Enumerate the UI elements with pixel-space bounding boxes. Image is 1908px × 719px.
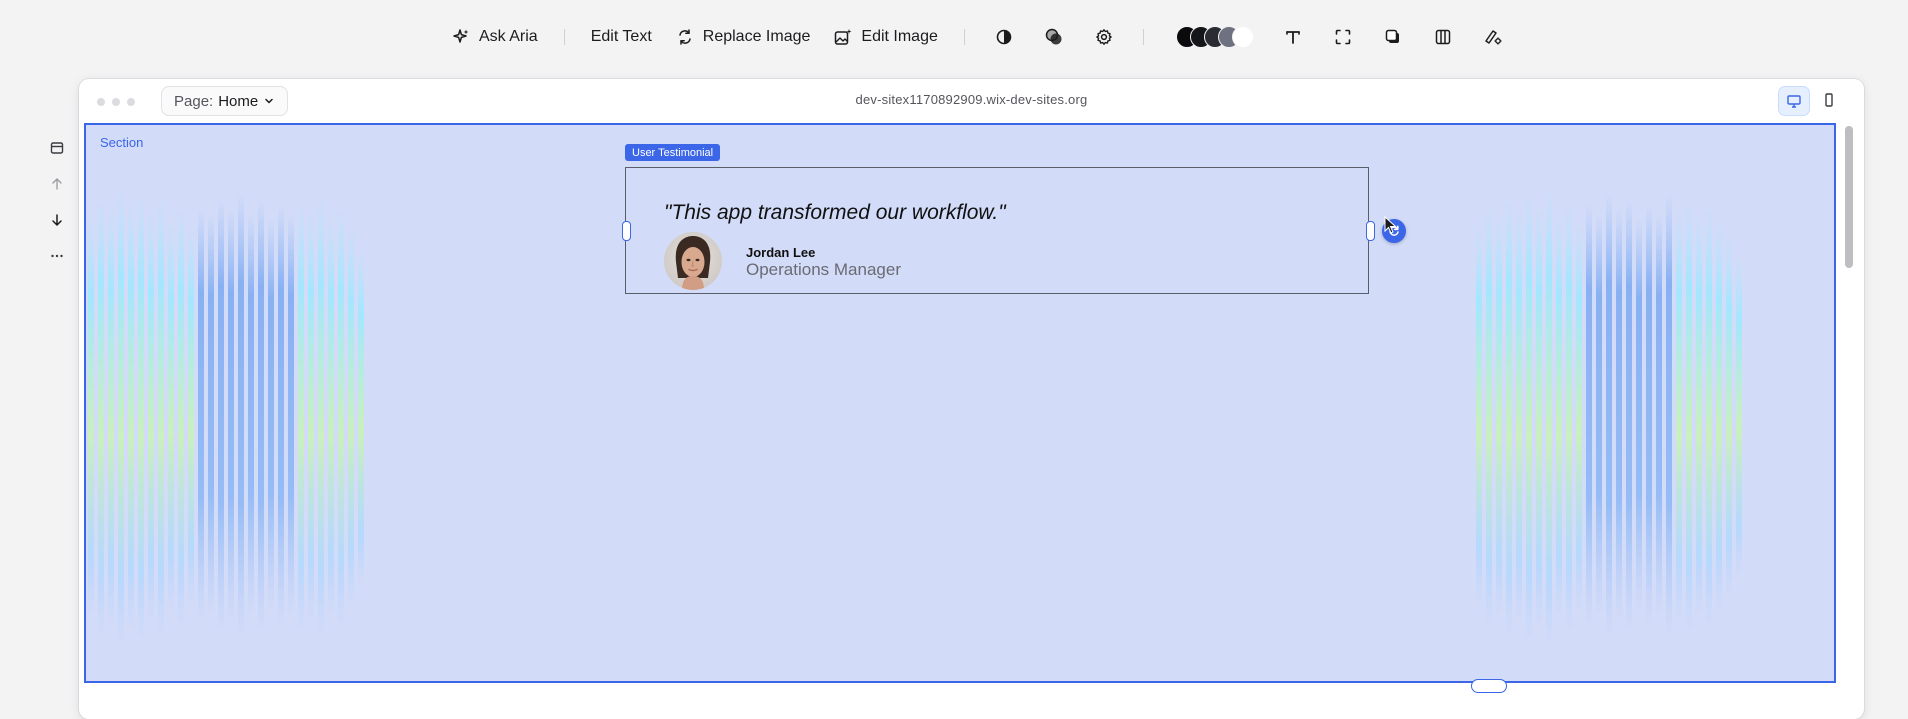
- edit-image-label: Edit Image: [861, 28, 938, 45]
- ask-aria-button[interactable]: Ask Aria: [440, 28, 550, 46]
- edit-text-button[interactable]: Edit Text: [579, 28, 664, 46]
- ellipsis-icon: [51, 254, 63, 258]
- section-layout-button[interactable]: [45, 136, 69, 160]
- arrow-down-icon: [52, 214, 62, 226]
- layout-button[interactable]: [1432, 26, 1454, 48]
- replace-image-button[interactable]: Replace Image: [664, 28, 823, 46]
- resize-handle-right[interactable]: [1366, 221, 1375, 241]
- mouse-pointer-icon: [1384, 216, 1397, 234]
- author-role[interactable]: Operations Manager: [746, 260, 901, 280]
- canvas-scrollbar[interactable]: [1844, 123, 1854, 683]
- bars-group-right: [1476, 185, 1742, 645]
- crop-button[interactable]: [1332, 26, 1354, 48]
- section-side-tools: [44, 136, 70, 280]
- desktop-view-button[interactable]: [1778, 86, 1810, 116]
- blend-button[interactable]: [1043, 26, 1065, 48]
- text-style-button[interactable]: [1282, 26, 1304, 48]
- testimonial-card[interactable]: "This app transformed our workflow." Jor…: [625, 167, 1369, 294]
- move-down-button[interactable]: [45, 208, 69, 232]
- shadow-button[interactable]: [1382, 26, 1404, 48]
- settings-button[interactable]: [1093, 26, 1115, 48]
- section-resize-handle[interactable]: [1471, 679, 1507, 693]
- floating-toolbar: Ask Aria Edit Text Replace Image Edit Im…: [440, 20, 1518, 54]
- testimonial-quote[interactable]: "This app transformed our workflow.": [664, 201, 1006, 225]
- design-settings-button[interactable]: [1482, 26, 1504, 48]
- text-icon: [1285, 31, 1300, 44]
- mobile-icon: [1825, 93, 1833, 107]
- toolbar-divider: [563, 29, 565, 45]
- blend-icon: [1045, 28, 1062, 45]
- section-icon: [50, 142, 64, 154]
- component-tag[interactable]: User Testimonial: [625, 144, 721, 161]
- swatch-5[interactable]: [1231, 26, 1254, 48]
- edit-image-button[interactable]: Edit Image: [822, 28, 949, 46]
- contrast-button[interactable]: [993, 26, 1015, 48]
- columns-icon: [1435, 29, 1451, 45]
- replace-icon: [679, 29, 691, 45]
- section-label[interactable]: Section: [100, 135, 143, 150]
- color-swatches[interactable]: [1175, 26, 1254, 48]
- author-name[interactable]: Jordan Lee: [746, 245, 815, 260]
- sparkle-icon: [453, 29, 469, 43]
- toolbar-divider: [1142, 29, 1144, 45]
- ask-aria-label: Ask Aria: [479, 28, 538, 45]
- image-sparkle-icon: [835, 29, 852, 45]
- right-gradient-bars: [1476, 185, 1742, 645]
- arrow-up-icon: [52, 178, 62, 190]
- focus-frame-icon: [1335, 29, 1351, 45]
- avatar[interactable]: [664, 232, 722, 290]
- scrollbar-thumb[interactable]: [1845, 126, 1853, 268]
- browser-address-bar: Page: Home dev-sitex1170892909.wix-dev-s…: [79, 79, 1864, 121]
- replace-image-label: Replace Image: [702, 28, 811, 45]
- desktop-icon: [1787, 95, 1801, 108]
- move-up-button[interactable]: [45, 172, 69, 196]
- gear-icon: [1096, 29, 1112, 45]
- more-options-button[interactable]: [45, 244, 69, 268]
- site-url: dev-sitex1170892909.wix-dev-sites.org: [855, 92, 1088, 107]
- mobile-view-button[interactable]: [1814, 86, 1844, 114]
- contrast-icon: [996, 29, 1012, 45]
- resize-handle-left[interactable]: [622, 221, 631, 241]
- bars-group-left: [88, 185, 364, 645]
- brush-settings-icon: [1485, 30, 1502, 45]
- shadow-icon: [1385, 29, 1399, 43]
- toolbar-divider: [963, 29, 965, 45]
- edit-text-label: Edit Text: [590, 28, 652, 45]
- device-toggle: [1778, 86, 1844, 116]
- avatar-portrait: [664, 232, 722, 290]
- left-gradient-bars: [88, 185, 364, 645]
